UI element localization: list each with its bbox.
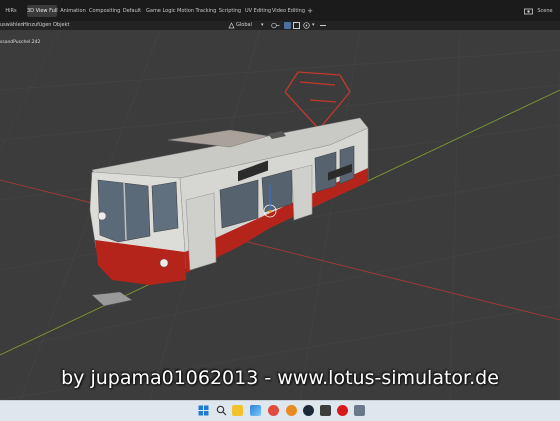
snap-target-icon[interactable] bbox=[293, 22, 300, 29]
app-icon[interactable] bbox=[286, 405, 297, 416]
tab-hirs[interactable]: HiRs bbox=[3, 5, 19, 17]
workspace-tab-bar: HiRs 3D View Full Animation Compositing … bbox=[0, 0, 560, 21]
transform-orientation-icon bbox=[228, 22, 235, 29]
menu-add[interactable]: Hinzufügen bbox=[23, 21, 51, 30]
scene-drawing bbox=[0, 30, 560, 400]
tram-model[interactable] bbox=[89, 71, 369, 307]
search-icon[interactable] bbox=[216, 405, 227, 416]
chrome-icon[interactable] bbox=[268, 405, 279, 416]
file-explorer-icon[interactable] bbox=[232, 405, 243, 416]
tab-scripting[interactable]: Scripting bbox=[218, 5, 242, 17]
snap-toggle-icon[interactable] bbox=[284, 22, 291, 29]
chevron-down-icon-2[interactable]: ▾ bbox=[312, 21, 315, 30]
tab-default[interactable]: Default bbox=[122, 5, 142, 17]
tab-uv-editing[interactable]: UV Editing bbox=[245, 5, 271, 17]
viewport-header: uswählen Hinzufügen Objekt Global ▾ ▾ bbox=[0, 21, 560, 30]
terminal-icon[interactable] bbox=[320, 405, 331, 416]
photos-icon[interactable] bbox=[250, 405, 261, 416]
windows-start-icon[interactable] bbox=[198, 405, 209, 416]
menu-object[interactable]: Objekt bbox=[53, 21, 69, 30]
tab-video-editing[interactable]: Video Editing bbox=[272, 5, 305, 17]
add-workspace-button[interactable]: + bbox=[306, 5, 314, 17]
transform-orientation-dropdown[interactable]: Global bbox=[236, 21, 252, 30]
3d-viewport[interactable]: ssandPuschel.242 bbox=[0, 30, 560, 400]
tab-animation[interactable]: Animation bbox=[60, 5, 86, 17]
pantograph bbox=[284, 71, 351, 129]
tab-motion-tracking[interactable]: Motion Tracking bbox=[177, 5, 216, 17]
watermark-text: by jupama01062013 - www.lotus-simulator.… bbox=[61, 367, 499, 389]
chevron-down-icon[interactable]: ▾ bbox=[261, 21, 264, 30]
tab-compositing[interactable]: Compositing bbox=[89, 5, 120, 17]
scene-icon[interactable] bbox=[524, 8, 533, 15]
scene-selector[interactable]: Scene bbox=[536, 5, 554, 17]
network-icon[interactable] bbox=[354, 405, 365, 416]
proportional-edit-icon[interactable] bbox=[303, 22, 310, 29]
taskbar bbox=[0, 400, 560, 421]
red-app-icon[interactable] bbox=[337, 405, 348, 416]
tab-3d-view-full[interactable]: 3D View Full bbox=[27, 5, 58, 17]
curve-falloff-icon[interactable] bbox=[320, 25, 326, 26]
menu-select[interactable]: uswählen bbox=[0, 21, 24, 30]
steam-icon[interactable] bbox=[303, 405, 314, 416]
pivot-point-icon[interactable] bbox=[271, 22, 280, 29]
tab-game-logic[interactable]: Game Logic bbox=[146, 5, 176, 17]
